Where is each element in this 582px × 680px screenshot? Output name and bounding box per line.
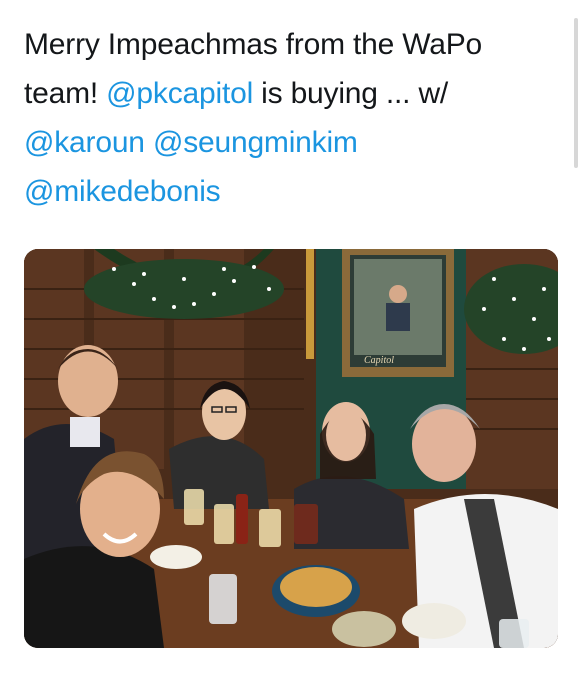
tweet-line: @karoun @seungminkim xyxy=(24,118,564,167)
tweet-text-segment xyxy=(145,126,153,159)
mention-link-seungminkim[interactable]: @seungminkim xyxy=(153,126,358,159)
mention-link-karoun[interactable]: @karoun xyxy=(24,126,145,159)
tweet-text-segment: Merry Impeachmas from the WaPo xyxy=(24,28,483,61)
mention-link-mikedebonis[interactable]: @mikedebonis xyxy=(24,175,221,208)
tweet-line: team! @pkcapitol is buying ... w/ xyxy=(24,69,564,118)
sign-text: Capitol xyxy=(364,355,394,366)
tweet-text-segment: is buying ... w/ xyxy=(253,77,449,110)
group-photo-illustration: Capitol xyxy=(24,249,558,648)
tweet-text: Merry Impeachmas from the WaPo team! @pk… xyxy=(24,20,564,216)
scrollbar[interactable] xyxy=(574,18,578,168)
tweet-line: Merry Impeachmas from the WaPo xyxy=(24,20,564,69)
mention-link-pkcapitol[interactable]: @pkcapitol xyxy=(106,77,253,110)
tweet-text-segment: team! xyxy=(24,77,107,110)
tweet-photo[interactable]: Capitol xyxy=(24,249,558,648)
tweet-line: @mikedebonis xyxy=(24,167,564,216)
